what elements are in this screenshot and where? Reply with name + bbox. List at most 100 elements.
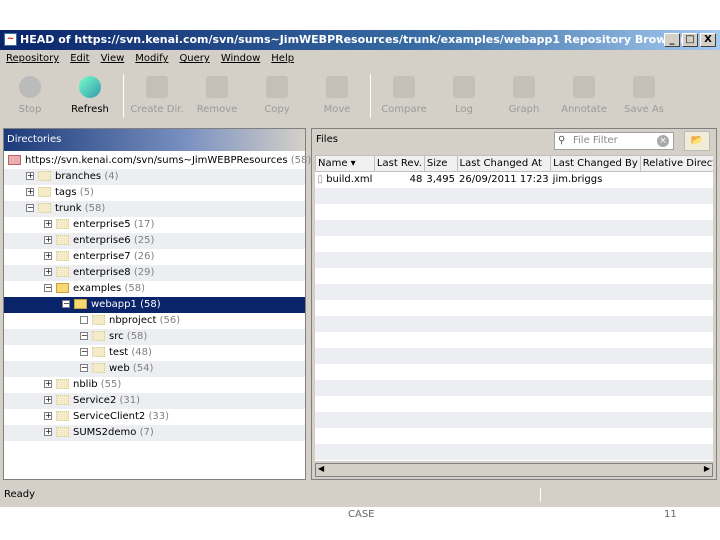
stop-button[interactable]: Stop [0, 70, 60, 122]
tree-item[interactable]: + nblib (55) [4, 377, 305, 393]
menu-help[interactable]: Help [271, 50, 294, 68]
create-dir-button[interactable]: Create Dir. [127, 70, 187, 122]
empty-row [315, 204, 713, 220]
minimize-button[interactable]: _ [664, 33, 680, 47]
tree-item[interactable]: + Service2 (31) [4, 393, 305, 409]
menu-repository[interactable]: Repository [6, 50, 59, 68]
files-table: Name ▾ Last Rev. Size Last Changed At La… [315, 155, 713, 188]
expand-icon[interactable]: + [26, 188, 34, 196]
menu-view[interactable]: View [101, 50, 125, 68]
tree-item-label: web [109, 363, 130, 374]
tree-item-count: (31) [119, 395, 141, 406]
collapse-icon[interactable]: − [44, 284, 52, 292]
collapse-icon[interactable]: − [80, 332, 88, 340]
expand-icon[interactable]: + [44, 252, 52, 260]
expand-icon[interactable]: + [44, 268, 52, 276]
empty-row [315, 364, 713, 380]
column-last-rev[interactable]: Last Rev. [373, 155, 425, 172]
tree-item-count: (58) [84, 203, 106, 214]
clear-filter-icon[interactable]: × [657, 135, 669, 147]
collapse-icon[interactable]: − [26, 204, 34, 212]
column-relative-directory[interactable]: Relative Directory [639, 155, 713, 172]
copy-button[interactable]: Copy [247, 70, 307, 122]
scroll-right-icon[interactable]: ▶ [704, 464, 710, 473]
expand-icon[interactable]: + [44, 380, 52, 388]
graph-button[interactable]: Graph [494, 70, 554, 122]
expand-icon[interactable]: + [44, 428, 52, 436]
collapse-icon[interactable]: − [80, 364, 88, 372]
file-last-changed-by: jim.briggs [552, 174, 603, 186]
tree-item[interactable]: − examples (58) [4, 281, 305, 297]
column-last-changed-at[interactable]: Last Changed At [456, 155, 552, 172]
directory-tree[interactable]: https://svn.kenai.com/svn/sums~JimWEBPRe… [4, 151, 311, 441]
expand-icon[interactable]: + [26, 172, 34, 180]
tree-item[interactable]: − src (58) [4, 329, 305, 345]
expand-icon[interactable]: + [44, 236, 52, 244]
tree-item[interactable]: + enterprise8 (29) [4, 265, 305, 281]
leaf-icon[interactable] [80, 316, 88, 324]
tree-item[interactable]: − web (54) [4, 361, 305, 377]
column-last-changed-by[interactable]: Last Changed By [550, 155, 641, 172]
file-filter-placeholder: File Filter [573, 135, 618, 146]
column-name[interactable]: Name ▾ [315, 155, 375, 172]
save-as-button[interactable]: Save As [614, 70, 674, 122]
tree-item-count: (25) [133, 235, 155, 246]
remove-label: Remove [196, 104, 238, 115]
expand-icon[interactable]: + [44, 396, 52, 404]
footer-left: CASE [348, 509, 375, 520]
annotate-label: Annotate [561, 104, 607, 115]
annotate-button[interactable]: Annotate [554, 70, 614, 122]
horizontal-scrollbar[interactable]: ◀ ▶ [315, 463, 713, 477]
compare-button[interactable]: Compare [374, 70, 434, 122]
collapse-icon[interactable]: − [80, 348, 88, 356]
file-size: 3,495 [426, 174, 456, 186]
refresh-button[interactable]: Refresh [60, 70, 120, 122]
menu-edit[interactable]: Edit [70, 50, 89, 68]
remove-button[interactable]: Remove [187, 70, 247, 122]
expand-icon[interactable]: + [44, 220, 52, 228]
tree-item[interactable]: + ServiceClient2 (33) [4, 409, 305, 425]
maximize-button[interactable]: □ [682, 33, 698, 47]
refresh-label: Refresh [71, 104, 109, 115]
tree-item-label: webapp1 [91, 299, 137, 310]
collapse-icon[interactable]: − [62, 300, 70, 308]
tree-item-count: (7) [139, 427, 154, 438]
log-button[interactable]: Log [434, 70, 494, 122]
empty-row [315, 315, 713, 332]
menu-window[interactable]: Window [221, 50, 260, 68]
tree-item[interactable]: − trunk (58) [4, 201, 305, 217]
move-button[interactable]: Move [307, 70, 367, 122]
file-filter-input[interactable]: ⚲ File Filter × [554, 132, 674, 150]
tree-item[interactable]: + branches (4) [4, 169, 305, 185]
tree-item[interactable]: − webapp1 (58) [4, 297, 305, 313]
file-relative-directory [640, 172, 713, 188]
tree-item[interactable]: + enterprise7 (26) [4, 249, 305, 265]
column-size[interactable]: Size [423, 155, 458, 172]
table-row[interactable]: ▯ build.xml 48 3,495 26/09/2011 17:23 ji… [316, 172, 714, 188]
scroll-left-icon[interactable]: ◀ [318, 464, 324, 473]
tree-item[interactable]: + tags (5) [4, 185, 305, 201]
empty-row [315, 411, 713, 428]
move-icon [326, 76, 348, 98]
repository-icon [8, 155, 21, 165]
tree-item-count: (58) [124, 283, 145, 294]
tree-item[interactable]: + enterprise6 (25) [4, 233, 305, 249]
tree-item[interactable]: https://svn.kenai.com/svn/sums~JimWEBPRe… [4, 153, 311, 169]
expand-icon[interactable]: + [44, 412, 52, 420]
tree-item[interactable]: − test (48) [4, 345, 305, 361]
tree-item[interactable]: + SUMS2demo (7) [4, 425, 305, 441]
tree-item-label: ServiceClient2 [73, 411, 146, 422]
tree-item[interactable]: nbproject (56) [4, 313, 305, 329]
empty-rows [315, 187, 713, 460]
menu-bar: Repository Edit View Modify Query Window… [0, 50, 294, 68]
directories-header: Directories [4, 129, 305, 151]
close-button[interactable]: X [700, 33, 716, 47]
stop-icon [19, 76, 41, 98]
menu-query[interactable]: Query [179, 50, 209, 68]
log-icon [453, 76, 475, 98]
tree-item[interactable]: + enterprise5 (17) [4, 217, 305, 233]
status-text: Ready [4, 489, 36, 500]
folder-icon [38, 203, 51, 213]
open-folder-button[interactable]: 📂 [684, 131, 710, 151]
menu-modify[interactable]: Modify [135, 50, 168, 68]
